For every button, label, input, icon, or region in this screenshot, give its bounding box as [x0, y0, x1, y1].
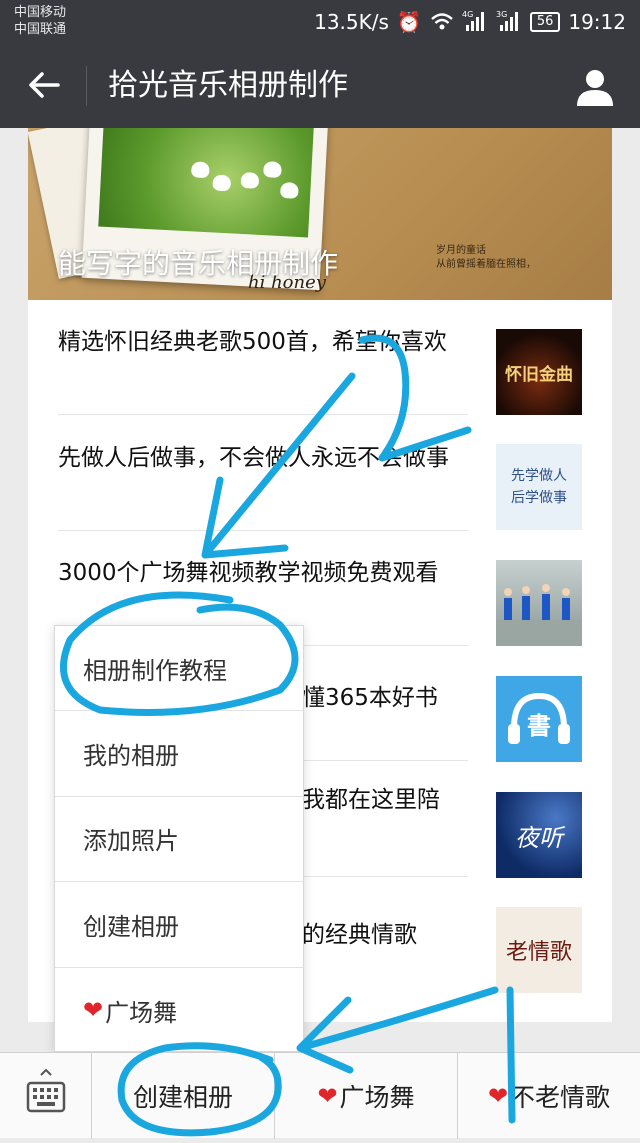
carrier-info: 中国移动 中国联通: [14, 4, 66, 38]
article-title: 精选怀旧经典老歌500首，希望你喜欢: [58, 329, 447, 355]
bottom-tab-old-love-songs[interactable]: ❤ 不老情歌: [458, 1053, 640, 1139]
net-label-1: 4G: [462, 10, 473, 19]
banner[interactable]: 岁月的童话 从前曾摇着腼在照相， hi honey 能写字的音乐相册制作: [28, 128, 612, 300]
menu-item-create-album[interactable]: 创建相册: [55, 882, 303, 968]
title-bar: 拾光音乐相册制作: [0, 44, 640, 128]
bottom-menu-bar: 创建相册 ❤ 广场舞 ❤ 不老情歌: [0, 1052, 640, 1139]
heart-icon: ❤: [487, 1082, 509, 1110]
battery-icon: 56: [529, 12, 561, 32]
menu-item-square-dance[interactable]: ❤ 广场舞: [55, 968, 303, 1053]
user-profile-icon[interactable]: [572, 64, 618, 110]
keyboard-icon: [26, 1068, 66, 1113]
title-divider: [86, 66, 87, 106]
status-bar: 中国移动 中国联通 13.5K/s ⏰ 4G 3G 56 19:12: [0, 0, 640, 44]
banner-caption: 能写字的音乐相册制作: [58, 247, 339, 280]
keyboard-toggle-button[interactable]: [0, 1053, 92, 1139]
page-title: 拾光音乐相册制作: [108, 68, 348, 103]
thumbnail-old-love-songs[interactable]: 老情歌: [496, 907, 582, 993]
bottom-tab-label: 广场舞: [339, 1083, 415, 1112]
menu-item-label: 广场舞: [105, 998, 178, 1027]
bottom-tab-label: 不老情歌: [510, 1083, 611, 1112]
banner-quote: 岁月的童话 从前曾摇着腼在照相，: [436, 245, 536, 270]
article-title: 3000个广场舞视频教学视频免费观看: [58, 560, 439, 586]
status-icons: 13.5K/s ⏰ 4G 3G 56 19:12: [314, 8, 626, 36]
bottom-tab-square-dance[interactable]: ❤ 广场舞: [275, 1053, 458, 1139]
list-item[interactable]: 精选怀旧经典老歌500首，希望你喜欢: [58, 300, 468, 415]
popup-menu: 相册制作教程 我的相册 添加照片 创建相册 ❤ 广场舞: [54, 625, 304, 1052]
carrier-1: 中国移动: [14, 5, 67, 20]
lily-of-the-valley-image: [98, 128, 314, 238]
carrier-2: 中国联通: [14, 22, 67, 37]
alarm-icon: ⏰: [396, 10, 422, 34]
heart-icon: ❤: [317, 1082, 338, 1110]
network-speed: 13.5K/s: [314, 10, 389, 34]
clock: 19:12: [568, 10, 626, 34]
thumbnail-books[interactable]: 書: [496, 676, 582, 762]
thumbnail-square-dance[interactable]: [496, 560, 582, 646]
menu-item-my-albums[interactable]: 我的相册: [55, 711, 303, 797]
signal-4g-icon: 4G: [462, 9, 488, 36]
thumbnail-conduct[interactable]: 先学做人 后学做事: [496, 444, 582, 530]
menu-item-tutorial[interactable]: 相册制作教程: [55, 626, 303, 712]
net-label-2: 3G: [496, 10, 507, 19]
article-title: 先做人后做事，不会做人永远不会做事: [58, 445, 449, 471]
signal-3g-icon: 3G: [496, 9, 522, 36]
wifi-icon: [430, 13, 453, 30]
menu-item-add-photos[interactable]: 添加照片: [55, 797, 303, 883]
bottom-tab-create-album[interactable]: 创建相册: [92, 1053, 275, 1139]
list-item[interactable]: 先做人后做事，不会做人永远不会做事: [58, 416, 468, 531]
dancers-image: [496, 584, 582, 646]
heart-icon: ❤: [83, 996, 104, 1025]
thumbnail-night-listen[interactable]: 夜听: [496, 792, 582, 878]
thumbnail-oldies[interactable]: 怀旧金曲: [496, 329, 582, 415]
back-arrow-icon[interactable]: [22, 62, 68, 108]
